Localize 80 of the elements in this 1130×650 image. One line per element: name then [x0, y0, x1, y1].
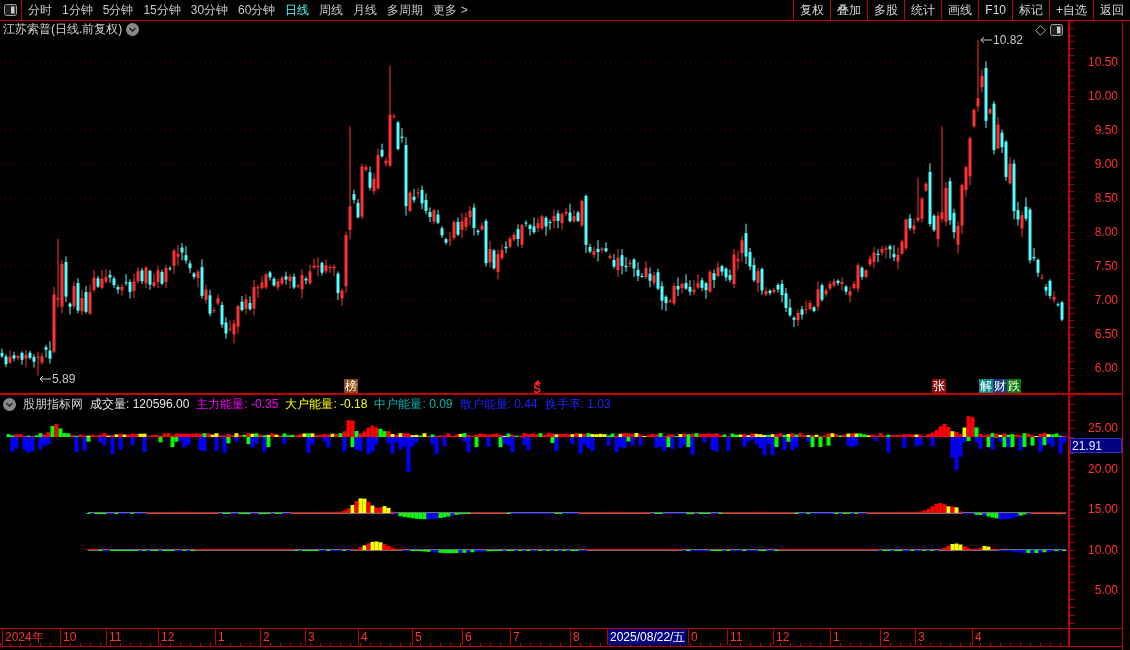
indicator-reading: 主力能量: -0.35	[196, 397, 279, 411]
time-axis-label: 3	[915, 629, 926, 645]
toolbar-button[interactable]: 标记	[1012, 0, 1049, 20]
period-tab[interactable]: 日线	[285, 0, 310, 20]
toolbar-button[interactable]: +自选	[1049, 0, 1093, 20]
chevron-circle-icon[interactable]	[3, 397, 16, 411]
indicator-reading: 大户能量: -0.18	[285, 397, 368, 411]
event-mark[interactable]: S	[533, 384, 541, 393]
time-axis-label: 6	[462, 629, 473, 645]
period-tab[interactable]: 1分钟	[62, 0, 93, 20]
event-tag[interactable]: 榜	[344, 379, 358, 393]
indicator-name: 股朋指标网	[23, 397, 83, 411]
cursor-date-label: 2025/08/22/五	[607, 629, 687, 645]
cursor-value-label: 21.91	[1070, 438, 1122, 453]
time-axis-label: 12	[773, 629, 791, 645]
axis-label: 15.00	[1087, 502, 1118, 516]
event-tag[interactable]: 跌	[1007, 379, 1021, 393]
chart-title: 江苏索普(日线.前复权)	[3, 22, 123, 36]
period-tab[interactable]: 更多 >	[433, 0, 468, 20]
axis-label: 20.00	[1087, 461, 1118, 476]
time-axis-label: 3	[305, 629, 316, 645]
period-tab[interactable]: 5分钟	[102, 0, 134, 20]
chevron-circle-icon[interactable]	[126, 22, 140, 36]
time-axis-label: 11	[727, 629, 744, 645]
period-tab[interactable]: 15分钟	[143, 0, 181, 20]
event-tag[interactable]: 解	[979, 379, 993, 393]
axis-label: 7.00	[1094, 293, 1118, 307]
axis-label: 10.50	[1087, 55, 1118, 69]
period-tab[interactable]: 多周期	[387, 0, 424, 20]
leader-arrow-icon	[980, 36, 992, 44]
time-axis-label: 12	[158, 629, 176, 645]
period-tab[interactable]: 30分钟	[190, 0, 229, 20]
axis-label: 9.50	[1094, 123, 1118, 137]
period-tab[interactable]: 周线	[319, 0, 344, 20]
time-axis-label: 2024年	[2, 629, 45, 645]
axis-label: 10.00	[1087, 542, 1118, 557]
time-axis-label: 1	[830, 629, 841, 645]
time-axis-label: 4	[358, 629, 369, 645]
period-tab[interactable]: 月线	[353, 0, 378, 20]
toolbar-button[interactable]: 画线	[941, 0, 979, 20]
indicator-reading: 换手率: 1.03	[544, 397, 611, 411]
indicator-reading: 中户能量: 0.09	[374, 397, 453, 411]
time-axis-label: 8	[570, 629, 581, 645]
axis-label: 8.50	[1094, 191, 1118, 205]
leader-arrow-icon	[39, 375, 51, 383]
time-axis-label: 2	[880, 629, 891, 645]
toolbar-button[interactable]: 多股	[867, 0, 905, 20]
time-axis-label: 2	[260, 629, 271, 645]
indicator-reading: 成交量: 120596.00	[90, 397, 190, 411]
time-axis-label: 7	[510, 629, 521, 645]
period-tab[interactable]: 分时	[28, 0, 52, 20]
time-axis-label: 1	[215, 629, 226, 645]
toolbar-button[interactable]: 叠加	[830, 0, 868, 20]
caret-icon	[533, 380, 541, 384]
time-axis-label: 10	[60, 629, 78, 645]
diamond-icon[interactable]	[1035, 24, 1046, 36]
period-tab[interactable]: 60分钟	[238, 0, 276, 20]
indicator-reading: 散户能量: 0.44	[459, 397, 538, 411]
axis-label: 25.00	[1087, 421, 1118, 435]
toolbar-button[interactable]: 返回	[1093, 0, 1130, 20]
panel-toggle-icon[interactable]	[1050, 24, 1063, 36]
time-axis-label: 11	[106, 629, 123, 645]
axis-label: 7.50	[1094, 259, 1118, 273]
axis-label: 10.00	[1087, 89, 1118, 103]
low-price-label: 5.89	[52, 372, 76, 386]
toolbar-button[interactable]: F10	[978, 0, 1012, 20]
axis-label: 8.00	[1094, 225, 1118, 239]
time-axis-label: 0	[688, 629, 699, 645]
time-axis-label: 4	[972, 629, 983, 645]
axis-label: 6.00	[1094, 361, 1118, 375]
axis-label: 6.50	[1094, 327, 1118, 341]
event-tag[interactable]: 张	[932, 379, 946, 393]
axis-label: 5.00	[1094, 583, 1118, 597]
time-axis-label: 5	[412, 629, 423, 645]
axis-label: 9.00	[1094, 157, 1118, 171]
toolbar-button[interactable]: 统计	[904, 0, 942, 20]
toolbar-button[interactable]: 复权	[793, 0, 831, 20]
event-tag[interactable]: 财	[993, 379, 1007, 393]
panel-toggle-icon	[4, 4, 17, 16]
high-price-label: 10.82	[993, 33, 1024, 47]
